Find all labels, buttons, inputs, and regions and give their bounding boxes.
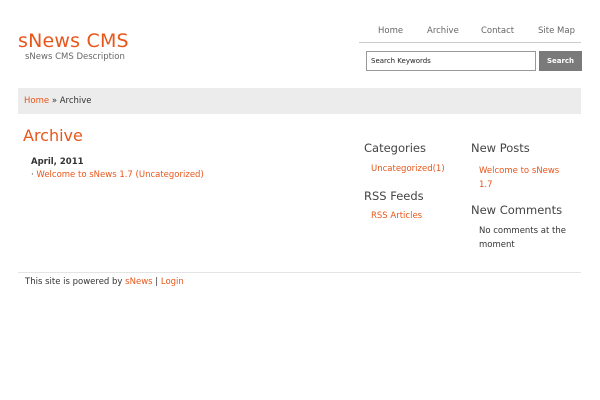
site-title[interactable]: sNews CMS bbox=[18, 30, 129, 52]
breadcrumb-home-link[interactable]: Home bbox=[24, 96, 49, 106]
search-input[interactable] bbox=[366, 51, 536, 71]
archive-entry-link[interactable]: Welcome to sNews 1.7 (Uncategorized) bbox=[36, 170, 203, 180]
archive-entry: · Welcome to sNews 1.7 (Uncategorized) bbox=[31, 170, 204, 180]
page-title: Archive bbox=[23, 126, 83, 145]
top-navigation: Home Archive Contact Site Map bbox=[359, 20, 581, 43]
archive-month: April, 2011 bbox=[31, 157, 84, 167]
breadcrumb: Home » Archive bbox=[24, 96, 92, 106]
rss-articles-link[interactable]: RSS Articles bbox=[371, 211, 422, 221]
new-comments-text: No comments at the moment bbox=[479, 226, 566, 250]
breadcrumb-bar: Home » Archive bbox=[18, 88, 581, 114]
footer-text: This site is powered by bbox=[25, 277, 123, 287]
categories-heading: Categories bbox=[364, 141, 426, 155]
footer: This site is powered by sNews | Login bbox=[25, 277, 184, 287]
new-posts-heading: New Posts bbox=[471, 141, 530, 155]
site-description: sNews CMS Description bbox=[25, 52, 125, 62]
search-button[interactable]: Search bbox=[539, 51, 582, 71]
nav-item-archive[interactable]: Archive bbox=[427, 26, 459, 36]
footer-login-link[interactable]: Login bbox=[161, 277, 184, 287]
rss-feeds-heading: RSS Feeds bbox=[364, 189, 424, 203]
entry-bullet: · bbox=[31, 170, 34, 180]
footer-snews-link[interactable]: sNews bbox=[125, 277, 152, 287]
footer-separator: | bbox=[155, 277, 159, 287]
nav-item-contact[interactable]: Contact bbox=[481, 26, 514, 36]
breadcrumb-separator: » bbox=[51, 96, 58, 106]
footer-divider bbox=[18, 272, 581, 273]
nav-item-home[interactable]: Home bbox=[378, 26, 403, 36]
breadcrumb-current: Archive bbox=[59, 96, 92, 106]
new-comments-heading: New Comments bbox=[471, 203, 563, 217]
category-link-uncategorized[interactable]: Uncategorized(1) bbox=[371, 164, 445, 174]
new-post-link[interactable]: Welcome to sNews 1.7 bbox=[479, 164, 569, 192]
nav-item-site-map[interactable]: Site Map bbox=[538, 26, 575, 36]
